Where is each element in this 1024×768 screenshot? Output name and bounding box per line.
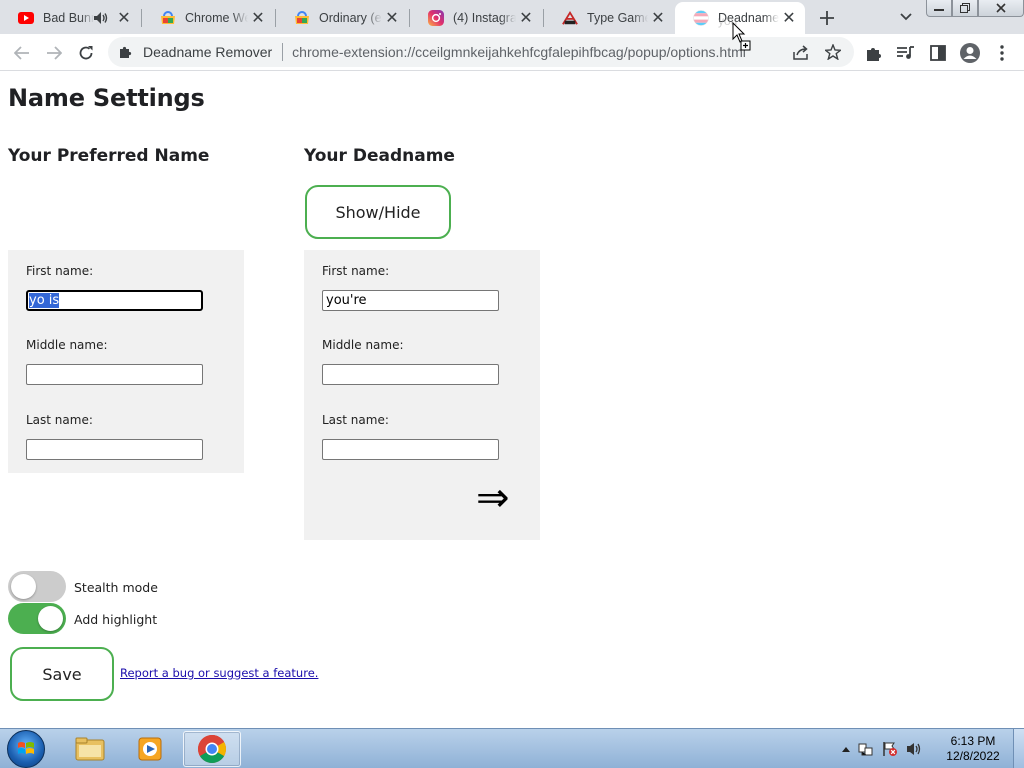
show-hidden-icons-arrow-icon[interactable] — [842, 746, 850, 752]
taskbar-explorer[interactable] — [61, 731, 119, 767]
url-text[interactable]: chrome-extension://cceilgmnkeijahkehfcgf… — [292, 44, 746, 60]
bookmark-star-icon[interactable] — [822, 41, 844, 63]
preferred-first-name-input[interactable]: yo is — [26, 290, 203, 311]
tab-title: Bad Bunny — [43, 11, 94, 25]
media-player-icon — [138, 737, 162, 761]
deadname-last-name-input[interactable] — [322, 439, 499, 460]
preferred-middle-name-label: Middle name: — [26, 338, 108, 352]
tab-bad-bunny[interactable]: Bad Bunny ✕ — [0, 2, 140, 34]
chrome-web-store-icon — [160, 10, 176, 26]
preferred-last-name-label: Last name: — [26, 413, 93, 427]
deadname-first-name-label: First name: — [322, 264, 390, 278]
type-game-icon — [562, 10, 578, 26]
tab-type-game[interactable]: Type Game ✕ — [544, 2, 674, 34]
chrome-icon — [198, 735, 226, 763]
report-bug-link[interactable]: Report a bug or suggest a feature. — [120, 666, 318, 680]
preferred-name-panel: First name: yo is Middle name: Last name… — [8, 250, 244, 473]
tab-chrome-web-store[interactable]: Chrome Web Store ✕ — [142, 2, 274, 34]
deadname-panel: First name: you're Middle name: Last nam… — [304, 250, 540, 540]
taskbar-chrome[interactable] — [183, 731, 241, 767]
tab-title: Ordinary (en — [319, 11, 382, 25]
clock-date: 12/8/2022 — [946, 749, 1000, 763]
close-tab-icon[interactable]: ✕ — [248, 8, 268, 28]
side-panel-icon[interactable] — [926, 41, 950, 65]
close-tab-icon[interactable]: ✕ — [516, 8, 536, 28]
preferred-last-name-input[interactable] — [26, 439, 203, 460]
save-button[interactable]: Save — [10, 647, 114, 701]
puzzle-piece-icon — [119, 44, 135, 60]
profile-avatar-icon[interactable] — [958, 41, 982, 65]
page-title: Name Settings — [8, 84, 205, 112]
system-tray — [842, 729, 930, 768]
instagram-icon — [428, 10, 444, 26]
preferred-middle-name-input[interactable] — [26, 364, 203, 385]
start-button[interactable] — [7, 730, 45, 768]
show-hide-button[interactable]: Show/Hide — [305, 185, 451, 239]
deadname-middle-name-input[interactable] — [322, 364, 499, 385]
add-highlight-label: Add highlight — [74, 612, 158, 627]
deadname-middle-name-label: Middle name: — [322, 338, 404, 352]
site-name: Deadname Remover — [143, 44, 273, 60]
windows-logo-icon — [18, 742, 34, 754]
forward-arrow-icon[interactable] — [42, 41, 66, 65]
preferred-name-heading: Your Preferred Name — [8, 146, 210, 166]
restore-button[interactable] — [952, 0, 978, 17]
youtube-icon — [18, 10, 34, 26]
show-desktop-button[interactable] — [1013, 729, 1024, 768]
reload-icon[interactable] — [74, 41, 98, 65]
share-icon[interactable] — [790, 41, 812, 63]
add-deadname-arrow-icon[interactable]: ⇒ — [476, 478, 510, 518]
system-clock[interactable]: 6:13 PM 12/8/2022 — [940, 734, 1006, 764]
volume-icon[interactable] — [906, 741, 922, 757]
close-window-button[interactable] — [978, 0, 1024, 17]
back-arrow-icon[interactable] — [10, 41, 34, 65]
stealth-mode-label: Stealth mode — [74, 580, 158, 595]
more-menu-icon[interactable] — [990, 41, 1014, 65]
selected-text: yo is — [29, 293, 60, 308]
minimize-button[interactable] — [926, 0, 952, 17]
stealth-mode-toggle[interactable] — [8, 571, 66, 602]
tab-title: Type Game — [587, 11, 648, 25]
options-page: Name Settings Your Preferred Name Your D… — [0, 72, 1024, 728]
windows-taskbar: 6:13 PM 12/8/2022 — [0, 728, 1024, 768]
mouse-cursor-copy-icon — [732, 21, 754, 52]
network-icon[interactable] — [858, 741, 874, 757]
tab-ordinary[interactable]: Ordinary (en ✕ — [276, 2, 408, 34]
action-center-flag-icon[interactable] — [882, 741, 898, 757]
taskbar-media-player[interactable] — [121, 731, 179, 767]
browser-toolbar: Deadname Remover chrome-extension://ccei… — [0, 34, 1024, 71]
tab-search-chevron-icon[interactable] — [894, 5, 918, 29]
tab-strip: Bad Bunny ✕ Chrome Web Store ✕ Ordinary … — [0, 0, 1024, 34]
toggle-knob — [38, 606, 63, 631]
tab-title: Chrome Web Store — [185, 11, 248, 25]
tab-instagram[interactable]: (4) Instagram ✕ — [410, 2, 542, 34]
clock-time: 6:13 PM — [950, 734, 996, 748]
tab-title: (4) Instagram — [453, 11, 516, 25]
close-tab-icon[interactable]: ✕ — [382, 8, 402, 28]
deadname-first-name-input[interactable]: you're — [322, 290, 499, 311]
media-controls-icon[interactable] — [894, 41, 918, 65]
address-divider — [282, 43, 284, 61]
close-tab-icon[interactable]: ✕ — [779, 8, 799, 28]
audio-playing-icon[interactable] — [94, 12, 108, 24]
extensions-puzzle-icon[interactable] — [862, 41, 886, 65]
close-tab-icon[interactable]: ✕ — [114, 8, 134, 28]
add-highlight-toggle[interactable] — [8, 603, 66, 634]
deadname-heading: Your Deadname — [304, 146, 455, 166]
deadname-last-name-label: Last name: — [322, 413, 389, 427]
window-controls — [926, 0, 1024, 18]
folder-icon — [75, 737, 105, 761]
trans-flag-icon — [693, 10, 709, 26]
toggle-knob — [11, 574, 36, 599]
close-tab-icon[interactable]: ✕ — [648, 8, 668, 28]
preferred-first-name-label: First name: — [26, 264, 94, 278]
chrome-web-store-icon — [294, 10, 310, 26]
new-tab-button[interactable] — [814, 5, 840, 31]
